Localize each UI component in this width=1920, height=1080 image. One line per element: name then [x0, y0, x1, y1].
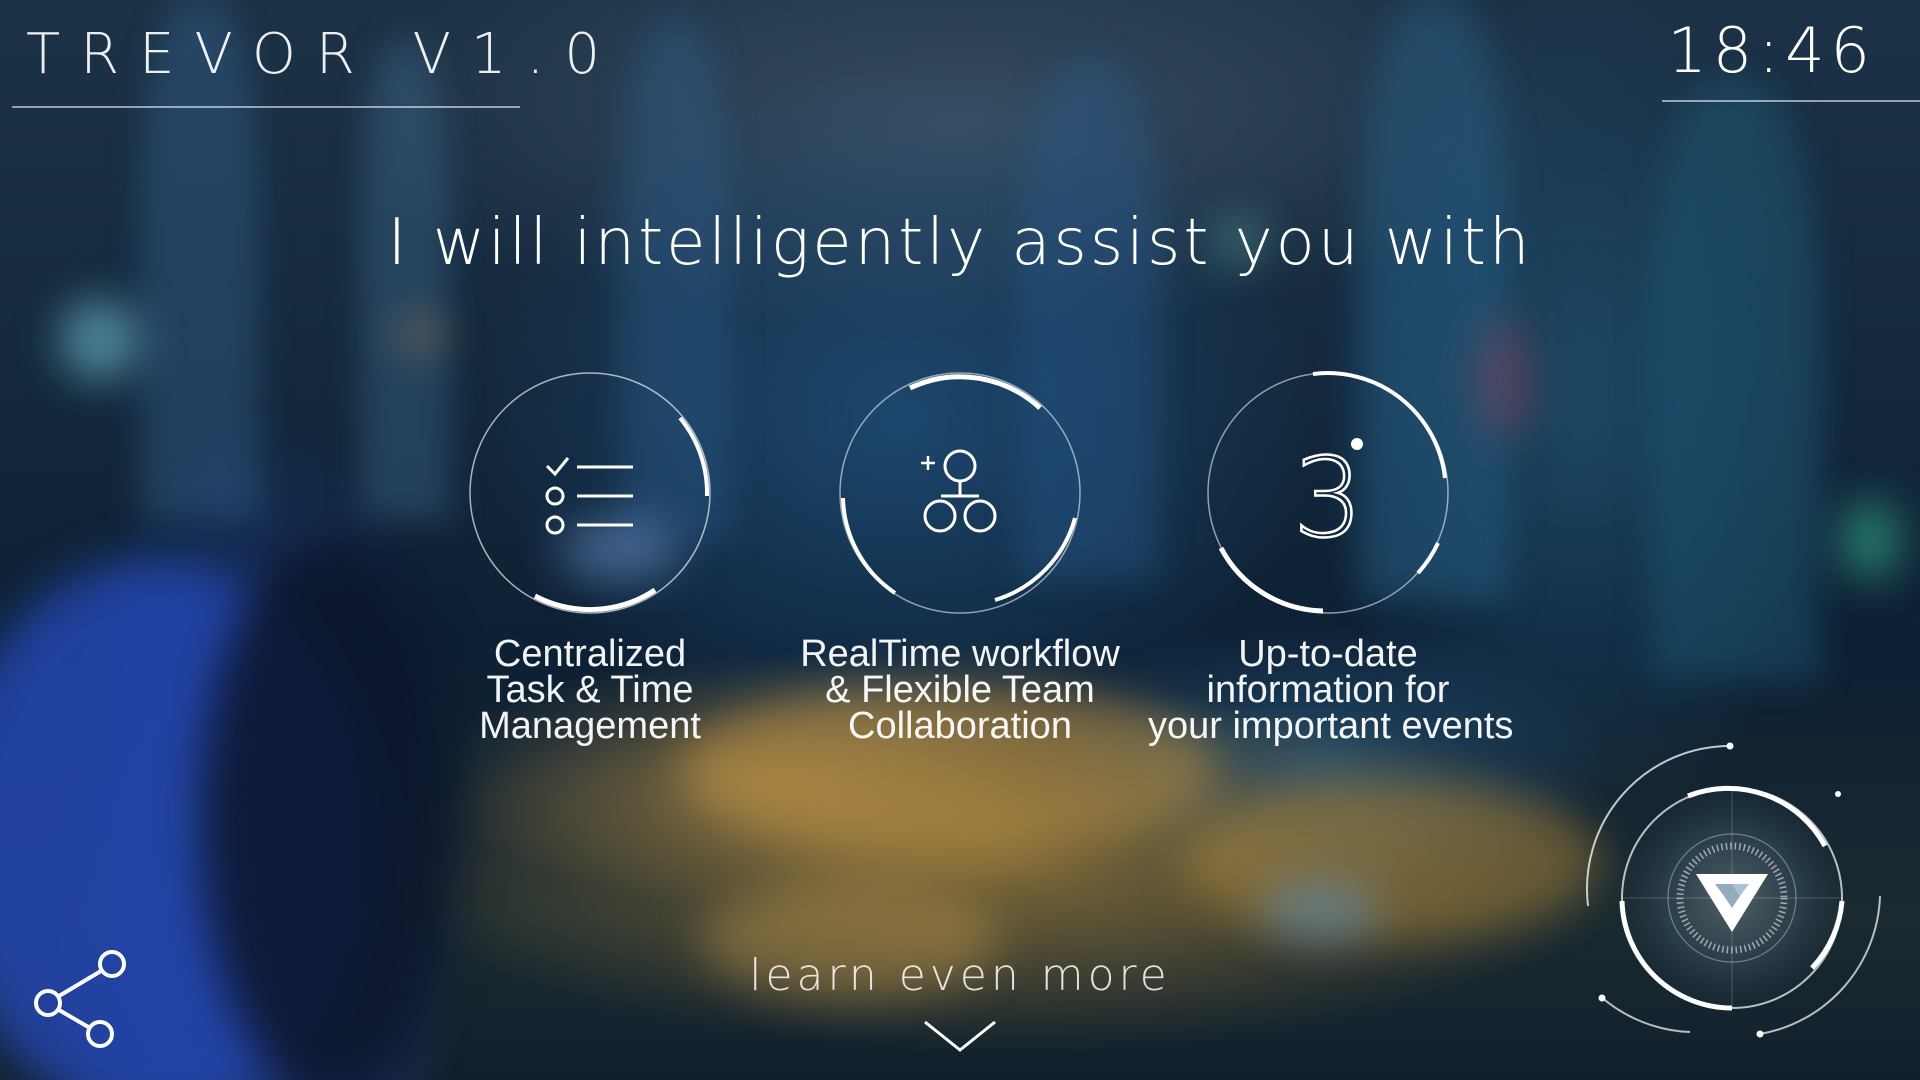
events-calendar-icon: 3	[1207, 371, 1449, 614]
svg-text:3: 3	[1293, 434, 1363, 562]
chevron-down-icon[interactable]	[921, 1016, 999, 1056]
share-icon[interactable]	[30, 946, 136, 1052]
feature-label: Centralized Task & Time Management	[479, 633, 701, 747]
app-title: TREVOR V1.0	[26, 22, 620, 87]
headline: I will intelligently assist you with	[387, 206, 1533, 280]
team-collaboration-icon	[839, 372, 1081, 614]
feature-label: RealTime workflow & Flexible Team Collab…	[800, 633, 1120, 747]
voice-waveform-icon	[652, 41, 1268, 159]
clock-underline	[1662, 100, 1920, 102]
feature-label: Up-to-date information for your importan…	[1148, 633, 1514, 747]
feature-events[interactable]: 3 Up-to-date information for your import…	[1148, 368, 1514, 747]
feature-team-collaboration[interactable]: RealTime workflow & Flexible Team Collab…	[780, 368, 1140, 747]
checklist-icon	[469, 372, 711, 614]
title-underline	[12, 106, 520, 108]
feature-task-management[interactable]: Centralized Task & Time Management	[410, 368, 770, 747]
clock: 18:46	[1667, 14, 1876, 87]
trevor-logo-icon[interactable]	[1580, 736, 1890, 1046]
